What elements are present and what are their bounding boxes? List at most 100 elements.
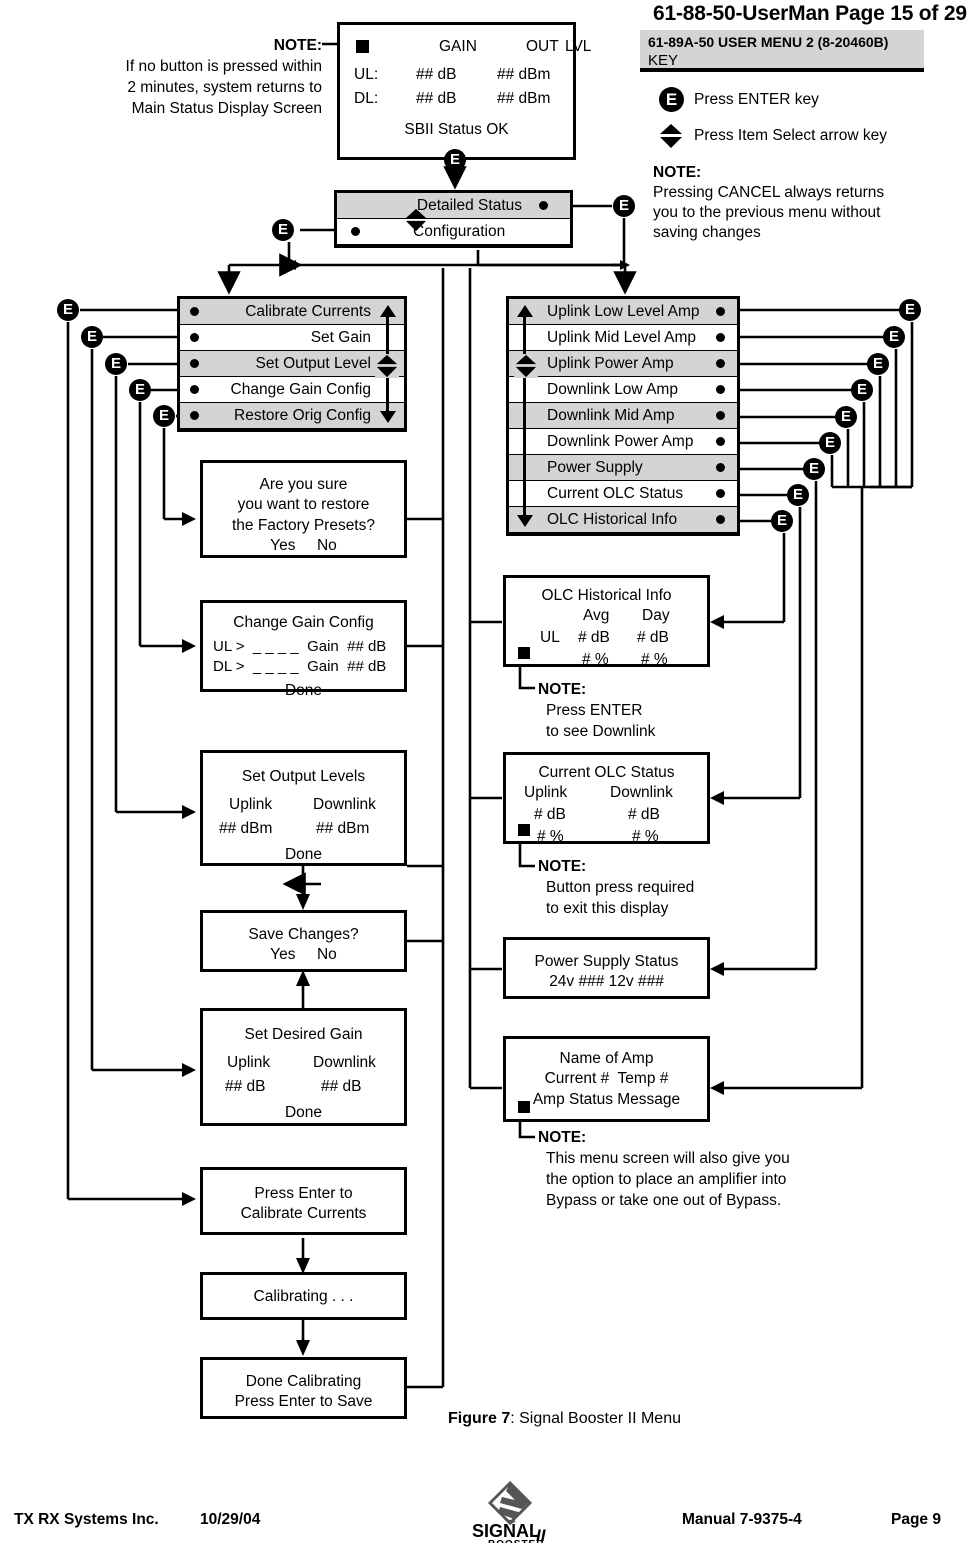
uplink-output-value[interactable]: ## dBm bbox=[219, 819, 272, 839]
menu-item-calibrate-currents[interactable]: Calibrate Currents bbox=[180, 299, 404, 325]
selection-dot-icon bbox=[190, 385, 199, 394]
calibrating-screen: Calibrating . . . bbox=[200, 1272, 407, 1320]
scroll-down-arrow-icon[interactable] bbox=[517, 515, 533, 527]
screen-title: OLC Historical Info bbox=[541, 587, 672, 604]
menu-item-power-supply[interactable]: Power Supply bbox=[509, 455, 737, 481]
menu-item-configuration[interactable]: Configuration bbox=[337, 219, 570, 245]
menu-item-uplink-power-amp[interactable]: Uplink Power Amp bbox=[509, 351, 737, 377]
confirm-yes-no-options[interactable]: Yes No bbox=[203, 536, 404, 556]
enter-key-icon-power-supply[interactable]: E bbox=[803, 458, 825, 480]
done-line-1: Done Calibrating bbox=[245, 1373, 362, 1390]
enter-key-icon-downlink-mid-amp[interactable]: E bbox=[835, 406, 857, 428]
press-enter-to-calibrate-screen[interactable]: Press Enter to Calibrate Currents bbox=[200, 1167, 407, 1235]
menu-item-set-output-level[interactable]: Set Output Level bbox=[180, 351, 404, 377]
key-label: KEY bbox=[648, 51, 679, 69]
enter-key-icon-set-gain[interactable]: E bbox=[81, 326, 103, 348]
menu-item-restore-orig-config[interactable]: Restore Orig Config bbox=[180, 403, 404, 429]
screen-marker-icon bbox=[518, 647, 530, 659]
enter-key-icon-configuration[interactable]: E bbox=[272, 219, 294, 241]
uplink-column-label: Uplink bbox=[229, 796, 273, 814]
ul-gain-row[interactable]: UL > _ _ _ _ Gain ## dB bbox=[203, 637, 404, 657]
menu-item-detailed-status[interactable]: Detailed Status bbox=[337, 193, 570, 219]
figure-page: 61-88-50-UserMan Page 15 of 29 61-89A-50… bbox=[0, 0, 979, 1548]
menu-item-uplink-low-level-amp[interactable]: Uplink Low Level Amp bbox=[509, 299, 737, 325]
footer-company: TX RX Systems Inc. bbox=[14, 1511, 159, 1528]
amp-current-temp: Current # Temp # bbox=[544, 1070, 669, 1088]
set-desired-gain-screen[interactable]: Set Desired Gain Uplink Downlink ## dB #… bbox=[200, 1008, 407, 1126]
enter-key-icon-calibrate-currents[interactable]: E bbox=[57, 299, 79, 321]
power-supply-values: 24v ### 12v ### bbox=[549, 973, 664, 991]
enter-key-icon-uplink-low-level-amp[interactable]: E bbox=[899, 299, 921, 321]
downlink-output-value[interactable]: ## dBm bbox=[316, 819, 369, 839]
enter-key-icon-set-output-level[interactable]: E bbox=[105, 353, 127, 375]
done-button[interactable]: Done bbox=[203, 845, 404, 865]
scroll-track-icon bbox=[523, 315, 526, 519]
amp-status-screen[interactable]: Name of Amp Current # Temp # Amp Status … bbox=[503, 1036, 710, 1122]
menu-item-downlink-mid-amp[interactable]: Downlink Mid Amp bbox=[509, 403, 737, 429]
avg-column-label: Avg bbox=[583, 607, 610, 625]
selection-dot-icon bbox=[716, 333, 725, 342]
olc-historical-info-screen[interactable]: OLC Historical Info Avg Day UL # dB # dB… bbox=[503, 575, 710, 669]
screen-marker-icon bbox=[356, 40, 369, 53]
uplink-column-label: Uplink bbox=[227, 1054, 271, 1072]
change-gain-config-screen[interactable]: Change Gain Config UL > _ _ _ _ Gain ## … bbox=[200, 600, 407, 699]
scroll-down-arrow-icon[interactable] bbox=[380, 411, 396, 423]
enter-key-icon-restore-orig-config[interactable]: E bbox=[153, 405, 175, 427]
menu-item-current-olc-status[interactable]: Current OLC Status bbox=[509, 481, 737, 507]
confirm-line-2: you want to restore bbox=[237, 496, 370, 514]
selection-dot-icon bbox=[190, 333, 199, 342]
enter-key-icon-uplink-mid-level-amp[interactable]: E bbox=[883, 326, 905, 348]
restore-factory-presets-confirm[interactable]: Are you sure you want to restore the Fac… bbox=[200, 460, 407, 558]
enter-key-icon-olc-historical-info[interactable]: E bbox=[771, 510, 793, 532]
menu-item-downlink-power-amp[interactable]: Downlink Power Amp bbox=[509, 429, 737, 455]
main-status-display[interactable]: GAIN OUT LVL UL: ## dB ## dBm DL: ## dB … bbox=[337, 22, 591, 160]
detailed-status-menu[interactable]: Uplink Low Level Amp Uplink Mid Level Am… bbox=[506, 296, 740, 536]
item-select-arrow-icon[interactable] bbox=[375, 354, 399, 378]
dl-gain-row[interactable]: DL > _ _ _ _ Gain ## dB bbox=[203, 657, 404, 677]
footer-page: Page 9 bbox=[891, 1511, 941, 1528]
current-olc-note-line-2: to exit this display bbox=[546, 900, 669, 917]
set-output-levels-screen[interactable]: Set Output Levels Uplink Downlink ## dBm… bbox=[200, 750, 407, 866]
power-supply-status-screen[interactable]: Power Supply Status 24v ### 12v ### bbox=[503, 937, 710, 999]
avg-pct-value: # % bbox=[582, 651, 609, 669]
menu-item-set-gain[interactable]: Set Gain bbox=[180, 325, 404, 351]
selection-dot-icon bbox=[716, 411, 725, 420]
downlink-gain-value[interactable]: ## dB bbox=[321, 1077, 362, 1097]
header-note-line-3: saving changes bbox=[653, 224, 761, 241]
menu-item-uplink-mid-level-amp[interactable]: Uplink Mid Level Amp bbox=[509, 325, 737, 351]
menu-item-label: Uplink Power Amp bbox=[547, 355, 674, 372]
col-gain-label: GAIN bbox=[439, 38, 477, 55]
save-changes-screen[interactable]: Save Changes? Yes No bbox=[200, 910, 407, 972]
done-button[interactable]: Done bbox=[203, 681, 404, 701]
done-calibrating-screen[interactable]: Done Calibrating Press Enter to Save bbox=[200, 1357, 407, 1419]
selection-dot-icon bbox=[716, 385, 725, 394]
enter-key-icon-change-gain-config[interactable]: E bbox=[129, 379, 151, 401]
enter-key-icon-downlink-low-amp[interactable]: E bbox=[851, 379, 873, 401]
amp-status-note-label: NOTE: bbox=[538, 1129, 587, 1146]
uplink-pct-value: # % bbox=[537, 828, 564, 846]
enter-key-icon-main-to-top[interactable]: E bbox=[444, 149, 466, 171]
figure-caption: Figure 7: Signal Booster II Menu bbox=[448, 1410, 681, 1428]
menu-item-change-gain-config[interactable]: Change Gain Config bbox=[180, 377, 404, 403]
enter-key-icon-downlink-power-amp[interactable]: E bbox=[819, 432, 841, 454]
menu-item-olc-historical-info[interactable]: OLC Historical Info bbox=[509, 507, 737, 533]
selection-dot-icon bbox=[351, 227, 360, 236]
enter-key-icon-uplink-power-amp[interactable]: E bbox=[867, 353, 889, 375]
enter-key-icon-detailed-status[interactable]: E bbox=[613, 195, 635, 217]
item-select-arrow-icon[interactable] bbox=[404, 208, 428, 232]
dl-gain-value: ## dB bbox=[416, 90, 457, 107]
detailed-status-configuration-menu[interactable]: Detailed Status Configuration bbox=[334, 190, 573, 248]
selection-dot-icon bbox=[716, 515, 725, 524]
item-select-arrow-icon[interactable] bbox=[514, 354, 538, 378]
current-olc-status-screen[interactable]: Current OLC Status Uplink Downlink # dB … bbox=[503, 752, 710, 846]
menu-item-downlink-low-amp[interactable]: Downlink Low Amp bbox=[509, 377, 737, 403]
save-yes-no-options[interactable]: Yes No bbox=[203, 945, 404, 965]
enter-key-icon: E bbox=[659, 87, 684, 112]
uplink-gain-value[interactable]: ## dB bbox=[225, 1077, 266, 1097]
footer-manual: Manual 7-9375-4 bbox=[682, 1511, 802, 1528]
day-pct-value: # % bbox=[641, 651, 668, 669]
menu-item-label: Restore Orig Config bbox=[234, 407, 371, 424]
enter-key-icon-current-olc-status[interactable]: E bbox=[787, 484, 809, 506]
done-button[interactable]: Done bbox=[203, 1103, 404, 1123]
configuration-menu[interactable]: Calibrate Currents Set Gain Set Output L… bbox=[177, 296, 407, 432]
